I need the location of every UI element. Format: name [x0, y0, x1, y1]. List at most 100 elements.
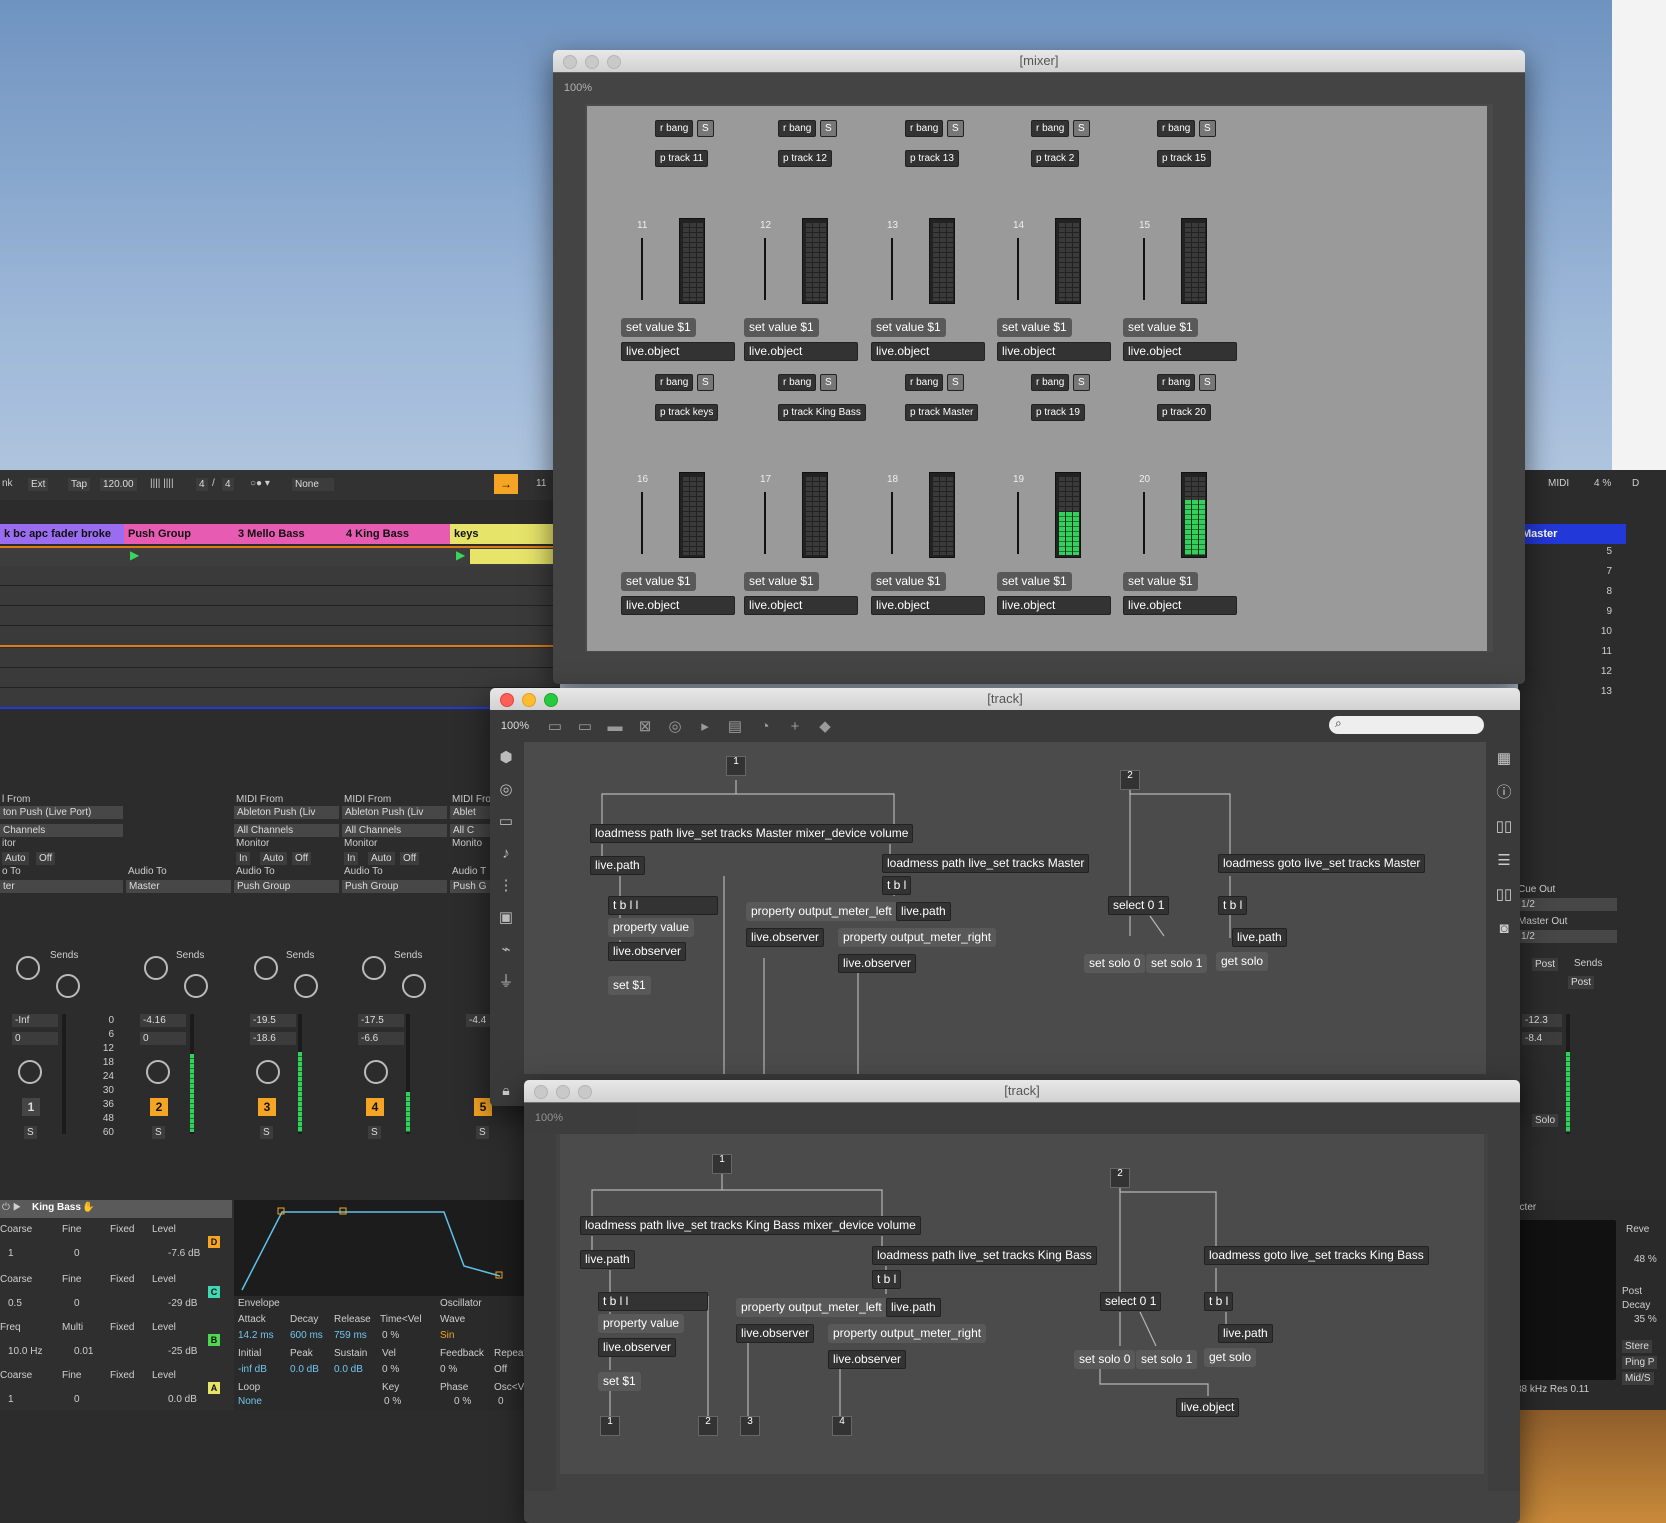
track-activator[interactable]: 1 — [22, 1098, 40, 1116]
output-select[interactable]: Master — [126, 880, 231, 893]
trigger-tbl-2[interactable]: t b l — [1218, 896, 1248, 915]
volume-slider[interactable] — [764, 238, 766, 300]
p-track-subpatch[interactable]: p track 19 — [1031, 404, 1085, 421]
post-button[interactable]: Post — [1568, 976, 1595, 989]
set-solo-0[interactable]: set solo 0 — [1084, 954, 1146, 973]
fine-value[interactable]: 0 — [74, 1298, 80, 1309]
output-select[interactable]: Push Group — [342, 880, 447, 893]
play-icon[interactable]: ▶ — [130, 548, 139, 562]
r-bang[interactable]: r bang — [905, 120, 944, 137]
lock-icon[interactable]: 🔒︎ — [490, 1082, 522, 1099]
envelope-display[interactable] — [234, 1200, 534, 1296]
outlet-2[interactable]: 2 — [698, 1416, 718, 1436]
send-b-knob[interactable] — [294, 974, 318, 998]
inlet-2[interactable]: 2 — [1110, 1168, 1130, 1188]
input-select[interactable]: ton Push (Live Port) — [0, 806, 123, 819]
camera-icon[interactable]: ◙ — [1488, 912, 1520, 946]
operator-tag[interactable]: D — [208, 1236, 220, 1248]
inlet-1[interactable]: 1 — [726, 756, 746, 776]
pan-field[interactable]: 0 — [12, 1032, 58, 1045]
plug-icon[interactable]: ⏚ — [490, 966, 522, 998]
live-object[interactable]: live.object — [1123, 342, 1237, 361]
close-icon[interactable] — [500, 693, 514, 707]
loadmess-goto[interactable]: loadmess goto live_set tracks Master — [1218, 854, 1426, 873]
outlet-1[interactable]: 1 — [600, 1416, 620, 1436]
trigger-tbll[interactable]: t b l l — [598, 1292, 708, 1311]
power-icon[interactable]: ⏻ ▶ — [2, 1202, 21, 1213]
message-icon[interactable]: ▭ — [570, 717, 600, 735]
live-path-3[interactable]: live.path — [1232, 928, 1287, 947]
p-track-subpatch[interactable]: p track 15 — [1157, 150, 1211, 167]
p-track-subpatch[interactable]: p track keys — [655, 404, 719, 421]
p-track-subpatch[interactable]: p track King Bass — [778, 404, 866, 421]
phase-value[interactable]: 0 % — [454, 1396, 471, 1407]
channel-select[interactable]: Channels — [0, 824, 123, 837]
bpm-field[interactable]: 120.00 — [100, 478, 137, 491]
property-value[interactable]: property value — [608, 918, 695, 937]
pan-field[interactable]: -18.6 — [250, 1032, 296, 1045]
track-activator[interactable]: 4 — [366, 1098, 384, 1116]
pan-knob[interactable] — [364, 1060, 388, 1084]
live-object[interactable]: live.object — [1123, 596, 1237, 615]
paperclip-icon[interactable]: ⌁ — [490, 934, 522, 966]
live-object[interactable]: live.object — [744, 596, 858, 615]
p-track-subpatch[interactable]: p track Master — [905, 404, 979, 421]
solo-button[interactable]: S — [24, 1126, 37, 1139]
loop-select[interactable]: None — [238, 1396, 262, 1407]
track-activator[interactable]: 2 — [150, 1098, 168, 1116]
note-icon[interactable]: ♪ — [490, 838, 522, 870]
send-b-knob[interactable] — [56, 974, 80, 998]
volume-field[interactable]: -19.5 — [250, 1014, 296, 1027]
sig-num[interactable]: 4 — [196, 478, 208, 491]
input-select[interactable]: Ablet — [450, 806, 493, 819]
trigger-tbl[interactable]: t b l — [882, 876, 912, 895]
master-out-select[interactable]: 1/2 — [1518, 930, 1617, 943]
p-track-subpatch[interactable]: p track 12 — [778, 150, 832, 167]
new-object-icon[interactable]: ▭ — [540, 717, 570, 735]
vel-value[interactable]: 0 % — [382, 1364, 399, 1375]
repeat-value[interactable]: Off — [494, 1364, 507, 1375]
loadmess-path[interactable]: loadmess path live_set tracks Master — [882, 854, 1090, 873]
loadmess-goto[interactable]: loadmess goto live_set tracks King Bass — [1204, 1246, 1429, 1265]
solo-button[interactable]: S — [152, 1126, 165, 1139]
sig-den[interactable]: 4 — [222, 478, 234, 491]
pan-knob[interactable] — [18, 1060, 42, 1084]
send-b-knob[interactable] — [184, 974, 208, 998]
envelope-tab[interactable]: Envelope — [238, 1298, 280, 1309]
s-button[interactable]: S — [697, 120, 714, 137]
s-button[interactable]: S — [947, 374, 964, 391]
select-0-1[interactable]: select 0 1 — [1100, 1292, 1162, 1311]
send-a-knob[interactable] — [144, 956, 168, 980]
send-b-knob[interactable] — [402, 974, 426, 998]
monitor-in[interactable]: In — [344, 852, 359, 865]
track-header-2[interactable]: Push Group — [124, 524, 236, 544]
trigger-tbl[interactable]: t b l — [872, 1270, 902, 1289]
number-icon[interactable]: ▤ — [720, 717, 750, 735]
loadmess-path[interactable]: loadmess path live_set tracks King Bass — [872, 1246, 1097, 1265]
live-path[interactable]: live.path — [590, 856, 645, 875]
cube-icon[interactable]: ⬢ — [490, 742, 522, 774]
live-path[interactable]: live.path — [580, 1250, 635, 1269]
level-value[interactable]: 0.0 dB — [168, 1394, 197, 1405]
sequence-icon[interactable]: ⋮ — [490, 870, 522, 902]
track-header-4[interactable]: 4 King Bass — [342, 524, 452, 544]
list-icon[interactable]: ☰ — [1488, 844, 1520, 878]
property-output-meter-left[interactable]: property output_meter_left — [746, 902, 897, 921]
close-icon[interactable] — [563, 55, 577, 69]
live-object[interactable]: live.object — [621, 596, 735, 615]
key-value[interactable]: 0 % — [384, 1396, 401, 1407]
wave-value[interactable]: Sin — [440, 1330, 454, 1341]
set-value-message[interactable]: set value $1 — [621, 318, 696, 337]
input-select[interactable]: Ableton Push (Liv — [342, 806, 447, 819]
peak-value[interactable]: 0.0 dB — [290, 1364, 319, 1375]
button-icon[interactable]: ◎ — [660, 717, 690, 735]
set-value-message[interactable]: set value $1 — [744, 318, 819, 337]
p-track-subpatch[interactable]: p track 20 — [1157, 404, 1211, 421]
s-button[interactable]: S — [820, 120, 837, 137]
zoom-select[interactable]: 100% — [553, 82, 603, 94]
master-volume-field[interactable]: -12.3 — [1522, 1014, 1562, 1027]
live-observer-right[interactable]: live.observer — [838, 954, 917, 973]
oscillator-tab[interactable]: Oscillator — [440, 1298, 482, 1309]
track-header-1[interactable]: k bc apc fader broke — [0, 524, 126, 544]
zoom-select[interactable]: 100% — [524, 1112, 574, 1124]
